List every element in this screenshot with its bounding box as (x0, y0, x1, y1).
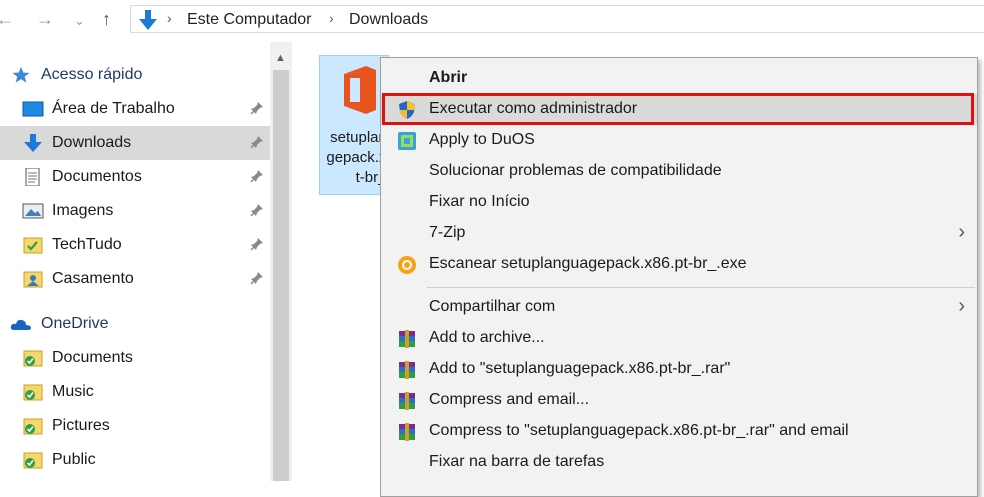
submenu-chevron-icon: › (958, 295, 965, 317)
menu-item-label: Add to "setuplanguagepack.x86.pt-br_.rar… (429, 360, 731, 377)
sidebar-item-onedrive-pictures[interactable]: Pictures (0, 409, 270, 443)
antivirus-icon (398, 256, 416, 274)
sidebar-item-label: Pictures (52, 417, 110, 434)
sidebar-item-onedrive-documents[interactable]: Documents (0, 341, 270, 375)
sidebar-section-onedrive[interactable]: OneDrive (0, 307, 270, 341)
menu-item-7zip[interactable]: 7-Zip › (381, 218, 977, 249)
menu-separator (427, 287, 975, 288)
menu-item-compress-and-email[interactable]: Compress and email... (381, 385, 977, 416)
menu-item-add-to-archive[interactable]: Add to archive... (381, 323, 977, 354)
sidebar-item-documents[interactable]: Documentos (0, 160, 270, 194)
submenu-chevron-icon: › (958, 221, 965, 243)
sidebar-section-label: OneDrive (41, 315, 109, 332)
menu-item-label: Compress to "setuplanguagepack.x86.pt-br… (429, 422, 849, 439)
sidebar-item-label: TechTudo (52, 236, 122, 253)
sidebar-item-techtudo[interactable]: TechTudo (0, 228, 270, 262)
breadcrumb-current[interactable]: Downloads (349, 11, 428, 29)
folder-sync-icon (23, 384, 43, 401)
star-icon (12, 66, 30, 83)
sidebar-item-label: Imagens (52, 202, 114, 219)
sidebar-item-label: Documentos (52, 168, 142, 185)
sidebar-item-onedrive-music[interactable]: Music (0, 375, 270, 409)
sidebar-item-label: Music (52, 383, 94, 400)
folder-icon (23, 271, 43, 288)
pin-icon[interactable] (250, 135, 264, 149)
menu-item-label: Solucionar problemas de compatibilidade (429, 162, 722, 179)
scroll-up-arrow-icon[interactable]: ▲ (275, 52, 286, 64)
sidebar-item-label: Downloads (52, 134, 132, 151)
menu-item-label: Fixar no Início (429, 193, 530, 210)
pin-icon[interactable] (250, 101, 264, 115)
sidebar-section-quick-access[interactable]: Acesso rápido (0, 58, 270, 92)
menu-item-label: Compress and email... (429, 391, 590, 408)
menu-item-label: Fixar na barra de tarefas (429, 453, 605, 470)
download-arrow-icon (139, 10, 157, 30)
highlight-annotation-box (382, 93, 974, 125)
sidebar-item-desktop[interactable]: Área de Trabalho (0, 92, 270, 126)
sidebar-item-label: Área de Trabalho (52, 100, 175, 117)
sidebar-item-label: Casamento (52, 270, 134, 287)
navigation-pane: Acesso rápido Área de Trabalho Downloads… (0, 42, 270, 481)
menu-item-share-with[interactable]: Compartilhar com › (381, 292, 977, 323)
menu-item-label: 7-Zip (429, 224, 466, 241)
menu-item-label: Compartilhar com (429, 298, 556, 315)
pin-icon[interactable] (250, 271, 264, 285)
selected-file-item[interactable]: setuplanguagepack.x86.pt-br_ (319, 55, 389, 195)
forward-arrow-icon[interactable]: → (36, 8, 54, 30)
menu-item-compress-to-rar-and-email[interactable]: Compress to "setuplanguagepack.x86.pt-br… (381, 416, 977, 447)
breadcrumb[interactable]: › Este Computador › Downloads (130, 5, 984, 33)
download-arrow-icon (24, 134, 42, 152)
menu-item-label: Escanear setuplanguagepack.x86.pt-br_.ex… (429, 255, 747, 272)
back-arrow-icon[interactable]: ← (0, 8, 14, 30)
sidebar-section-label: Acesso rápido (41, 66, 143, 83)
duos-icon (398, 132, 416, 150)
menu-item-label: Abrir (429, 69, 468, 86)
pin-icon[interactable] (250, 203, 264, 217)
menu-item-label: Add to archive... (429, 329, 545, 346)
scrollbar-thumb[interactable] (273, 70, 289, 481)
breadcrumb-separator-icon: › (329, 10, 334, 26)
breadcrumb-root[interactable]: Este Computador (187, 11, 312, 29)
sidebar-item-images[interactable]: Imagens (0, 194, 270, 228)
menu-item-apply-to-duos[interactable]: Apply to DuOS (381, 125, 977, 156)
menu-item-troubleshoot-compatibility[interactable]: Solucionar problemas de compatibilidade (381, 156, 977, 187)
image-icon (22, 203, 44, 219)
pin-icon[interactable] (250, 169, 264, 183)
desktop-icon (22, 101, 44, 117)
winrar-icon (399, 423, 415, 441)
sidebar-item-onedrive-public[interactable]: Public (0, 443, 270, 477)
recent-locations-chevron-icon[interactable]: ⌄ (74, 10, 85, 32)
folder-sync-icon (23, 418, 43, 435)
menu-item-pin-to-taskbar[interactable]: Fixar na barra de tarefas (381, 447, 977, 478)
menu-item-open[interactable]: Abrir (381, 63, 977, 94)
winrar-icon (399, 392, 415, 410)
winrar-icon (399, 361, 415, 379)
menu-item-label: Apply to DuOS (429, 131, 535, 148)
address-bar: ← → ⌄ ↑ › Este Computador › Downloads (0, 0, 984, 40)
menu-item-add-to-rar[interactable]: Add to "setuplanguagepack.x86.pt-br_.rar… (381, 354, 977, 385)
folder-sync-icon (23, 350, 43, 367)
sidebar-item-downloads[interactable]: Downloads (0, 126, 270, 160)
menu-item-pin-to-start[interactable]: Fixar no Início (381, 187, 977, 218)
sidebar-item-label: Documents (52, 349, 133, 366)
winrar-icon (399, 330, 415, 348)
office-installer-icon (344, 66, 376, 114)
document-icon (25, 168, 40, 186)
menu-item-scan[interactable]: Escanear setuplanguagepack.x86.pt-br_.ex… (381, 249, 977, 280)
onedrive-cloud-icon (10, 319, 32, 330)
up-arrow-icon[interactable]: ↑ (102, 8, 111, 30)
folder-icon (23, 237, 43, 254)
breadcrumb-separator-icon: › (167, 10, 172, 26)
pin-icon[interactable] (250, 237, 264, 251)
sidebar-scrollbar[interactable]: ▲ (270, 42, 292, 481)
sidebar-item-label: Public (52, 451, 96, 468)
sidebar-item-casamento[interactable]: Casamento (0, 262, 270, 296)
folder-sync-icon (23, 452, 43, 469)
